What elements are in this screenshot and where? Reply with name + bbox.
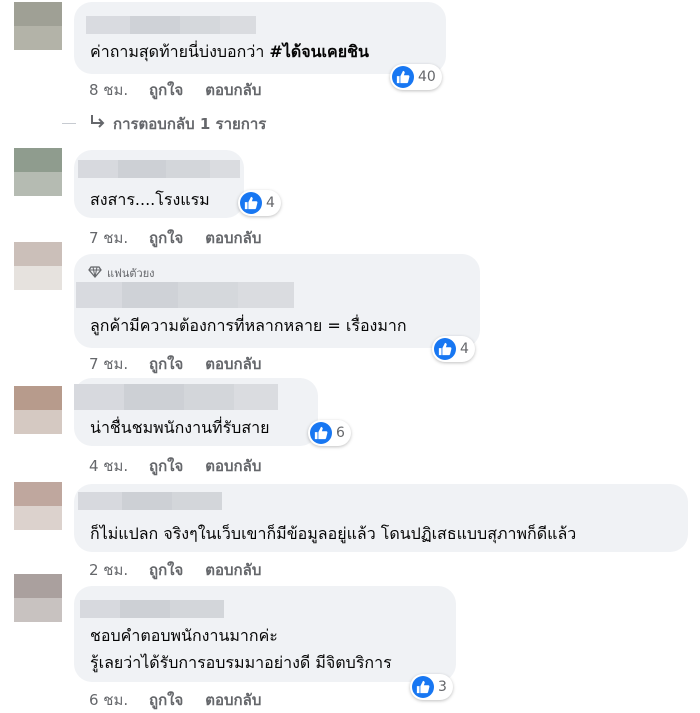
thumbs-up-icon: [392, 66, 414, 88]
like-button[interactable]: ถูกใจ: [149, 454, 183, 478]
timestamp[interactable]: 2 ชม.: [89, 558, 149, 582]
avatar[interactable]: [14, 148, 62, 196]
reply-button[interactable]: ตอบกลับ: [205, 558, 261, 582]
comment-text-line: รู้เลยว่าได้รับการอบรมมาอย่างดี มีจิตบริ…: [90, 653, 392, 672]
reply-button[interactable]: ตอบกลับ: [205, 352, 261, 376]
thumbs-up-icon: [434, 338, 456, 360]
reaction-number: 40: [418, 69, 436, 85]
comment-bubble: ก็ไม่แปลก จริงๆในเว็บเขาก็มีข้อมูลอยู่แล…: [74, 484, 688, 552]
comment-text: ก็ไม่แปลก จริงๆในเว็บเขาก็มีข้อมูลอยู่แล…: [90, 524, 577, 543]
hashtag-link[interactable]: #ได้จนเคยชิน: [269, 42, 369, 61]
like-button[interactable]: ถูกใจ: [149, 78, 183, 102]
comment-bubble: น่าชื่นชมพนักงานที่รับสาย: [74, 378, 318, 446]
like-button[interactable]: ถูกใจ: [149, 558, 183, 582]
comment-actions: 7 ชม. ถูกใจ ตอบกลับ: [89, 226, 283, 250]
reply-button[interactable]: ตอบกลับ: [205, 226, 261, 250]
thumbs-up-icon: [310, 422, 332, 444]
like-button[interactable]: ถูกใจ: [149, 688, 183, 712]
reaction-number: 3: [438, 679, 447, 695]
comment-actions: 7 ชม. ถูกใจ ตอบกลับ: [89, 352, 283, 376]
avatar[interactable]: [14, 386, 62, 434]
reaction-count[interactable]: 3: [410, 674, 453, 700]
thumbs-up-icon: [240, 192, 262, 214]
avatar[interactable]: [14, 482, 62, 530]
comment-bubble: แฟนตัวยง ลูกค้ามีความต้องการที่หลากหลาย …: [74, 254, 480, 348]
avatar[interactable]: [14, 2, 62, 50]
diamond-icon: [88, 265, 102, 281]
comment-text-line: ชอบคำตอบพนักงานมากค่ะ: [90, 626, 278, 645]
timestamp[interactable]: 7 ชม.: [89, 226, 149, 250]
commenter-name-blurred[interactable]: [74, 384, 278, 410]
commenter-name-blurred[interactable]: [78, 492, 222, 510]
comment-text: ชอบคำตอบพนักงานมากค่ะ รู้เลยว่าได้รับการ…: [90, 622, 392, 676]
commenter-name-blurred[interactable]: [76, 282, 294, 308]
reaction-number: 4: [266, 195, 275, 211]
commenter-name-blurred[interactable]: [80, 600, 224, 618]
reaction-number: 6: [336, 425, 345, 441]
comment-actions: 4 ชม. ถูกใจ ตอบกลับ: [89, 454, 283, 478]
avatar[interactable]: [14, 242, 62, 290]
commenter-name-blurred[interactable]: [86, 16, 256, 34]
reply-arrow-icon: [89, 114, 107, 134]
avatar[interactable]: [14, 574, 62, 622]
timestamp[interactable]: 4 ชม.: [89, 454, 149, 478]
comment-bubble: ชอบคำตอบพนักงานมากค่ะ รู้เลยว่าได้รับการ…: [74, 586, 456, 682]
comment-actions: 6 ชม. ถูกใจ ตอบกลับ: [89, 688, 283, 712]
comment-actions: 8 ชม. ถูกใจ ตอบกลับ: [89, 78, 283, 102]
reaction-count[interactable]: 40: [390, 64, 442, 90]
comment-bubble: ค่าถามสุดท้ายนี่บ่งบอกว่า #ได้จนเคยชิน: [74, 2, 446, 74]
commenter-name-blurred[interactable]: [78, 160, 240, 178]
thumbs-up-icon: [412, 676, 434, 698]
view-replies-link[interactable]: การตอบกลับ 1 รายการ: [89, 112, 266, 136]
reaction-number: 4: [460, 341, 469, 357]
timestamp[interactable]: 8 ชม.: [89, 78, 149, 102]
reply-button[interactable]: ตอบกลับ: [205, 78, 261, 102]
comment-text: ค่าถามสุดท้ายนี่บ่งบอกว่า #ได้จนเคยชิน: [90, 42, 369, 61]
comment-text: ลูกค้ามีความต้องการที่หลากหลาย = เรื่องม…: [90, 316, 407, 335]
like-button[interactable]: ถูกใจ: [149, 226, 183, 250]
thread-line: [62, 123, 76, 124]
reaction-count[interactable]: 6: [308, 420, 351, 446]
fan-badge[interactable]: แฟนตัวยง: [88, 264, 155, 282]
comment-actions: 2 ชม. ถูกใจ ตอบกลับ: [89, 558, 283, 582]
reaction-count[interactable]: 4: [432, 336, 475, 362]
like-button[interactable]: ถูกใจ: [149, 352, 183, 376]
comment-text: น่าชื่นชมพนักงานที่รับสาย: [90, 418, 270, 437]
reply-button[interactable]: ตอบกลับ: [205, 454, 261, 478]
reaction-count[interactable]: 4: [238, 190, 281, 216]
reply-button[interactable]: ตอบกลับ: [205, 688, 261, 712]
timestamp[interactable]: 6 ชม.: [89, 688, 149, 712]
comment-text: สงสาร....โรงแรม: [90, 190, 210, 209]
timestamp[interactable]: 7 ชม.: [89, 352, 149, 376]
comment-bubble: สงสาร....โรงแรม: [74, 150, 244, 218]
